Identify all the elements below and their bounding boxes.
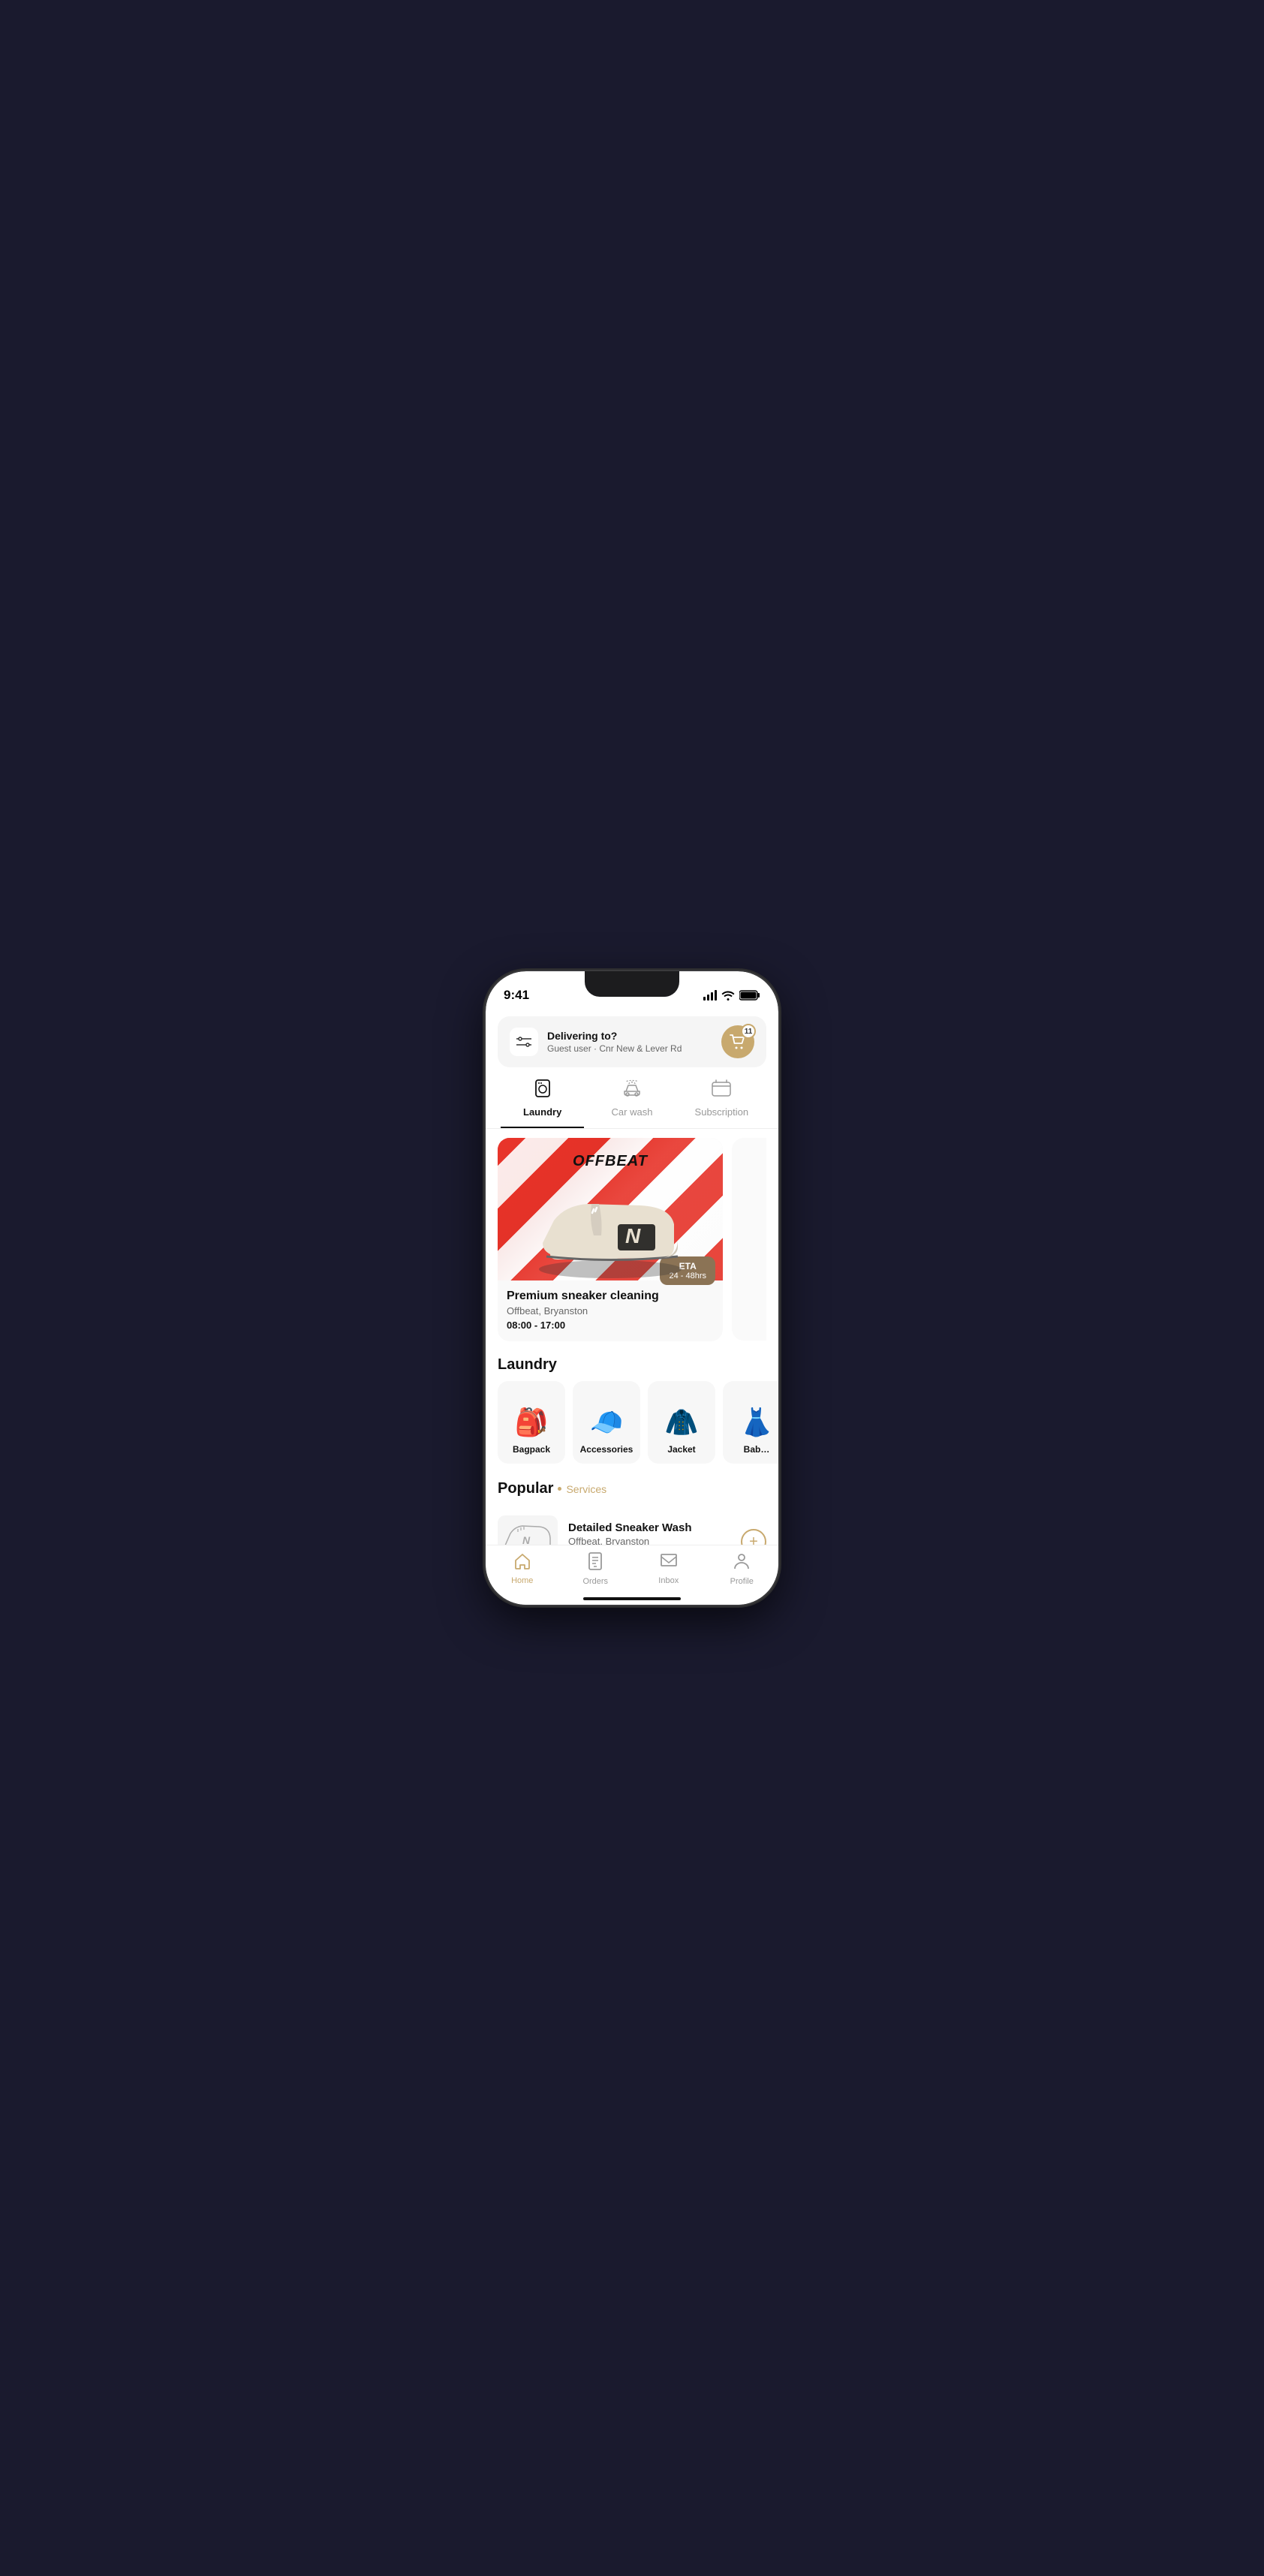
svg-text:N: N xyxy=(625,1224,641,1247)
nav-inbox-label: Inbox xyxy=(658,1576,679,1585)
hero-section: oFFBeat xyxy=(486,1138,778,1341)
hero-card-title: Premium sneaker cleaning xyxy=(507,1290,714,1303)
location-bar[interactable]: Delivering to? Guest user · Cnr New & Le… xyxy=(498,1016,766,1067)
tab-carwash[interactable]: Car wash xyxy=(590,1075,673,1128)
signal-bars-icon xyxy=(703,990,717,1001)
categories-scroll[interactable]: 🎒 Bagpack 🧢 Accessories 🧥 Jacket 👗 Bab… xyxy=(486,1381,778,1464)
nav-profile-label: Profile xyxy=(730,1577,754,1586)
tab-laundry-label: Laundry xyxy=(523,1106,561,1118)
hero-brand-text: oFFBeat xyxy=(573,1147,648,1170)
phone-frame: 9:41 xyxy=(486,971,778,1605)
nav-home-label: Home xyxy=(511,1576,533,1585)
scroll-content[interactable]: Delivering to? Guest user · Cnr New & Le… xyxy=(486,1009,778,1605)
tab-laundry[interactable]: Laundry xyxy=(501,1075,584,1128)
delivering-label: Delivering to? xyxy=(547,1030,682,1042)
filter-icon[interactable] xyxy=(510,1028,538,1056)
category-bagpack[interactable]: 🎒 Bagpack xyxy=(498,1381,565,1464)
hero-card-info: ETA 24 - 48hrs Premium sneaker cleaning … xyxy=(498,1280,723,1341)
home-bar xyxy=(583,1597,681,1600)
hero-scroll[interactable]: oFFBeat xyxy=(498,1138,766,1341)
tab-subscription-label: Subscription xyxy=(695,1106,749,1118)
subscription-icon xyxy=(710,1079,733,1098)
cart-badge: 11 xyxy=(741,1024,756,1039)
nav-orders[interactable]: Orders xyxy=(559,1552,633,1586)
profile-icon xyxy=(733,1552,750,1570)
status-icons xyxy=(703,990,760,1001)
category-jacket-label: Jacket xyxy=(667,1444,695,1455)
hero-card-hours: 08:00 - 17:00 xyxy=(507,1320,714,1331)
category-jacket[interactable]: 🧥 Jacket xyxy=(648,1381,715,1464)
hero-card-offbeat[interactable]: oFFBeat xyxy=(498,1138,723,1341)
orders-icon xyxy=(587,1552,603,1570)
nav-home[interactable]: Home xyxy=(486,1553,559,1585)
nav-inbox[interactable]: Inbox xyxy=(632,1553,706,1585)
popular-subtitle: Services xyxy=(566,1483,606,1495)
tab-subscription[interactable]: Subscription xyxy=(680,1075,763,1128)
user-location: Guest user · Cnr New & Lever Rd xyxy=(547,1043,682,1054)
hero-card-subtitle: Offbeat, Bryanston xyxy=(507,1305,714,1317)
cart-button[interactable]: 11 xyxy=(721,1025,754,1058)
home-icon xyxy=(513,1553,531,1569)
hero-image: oFFBeat xyxy=(498,1138,723,1280)
sneaker-service-name: Detailed Sneaker Wash xyxy=(568,1521,730,1534)
battery-icon xyxy=(739,990,760,1001)
phone-screen: 9:41 xyxy=(486,971,778,1605)
notch xyxy=(585,971,679,997)
sneaker-illustration: N xyxy=(528,1183,693,1280)
nav-profile[interactable]: Profile xyxy=(706,1552,779,1586)
hero-card-next xyxy=(732,1138,766,1341)
laundry-section-title: Laundry xyxy=(486,1341,778,1381)
location-left: Delivering to? Guest user · Cnr New & Le… xyxy=(510,1028,682,1056)
laundry-icon xyxy=(532,1078,553,1099)
service-tabs: Laundry Car wash xyxy=(486,1075,778,1128)
status-time: 9:41 xyxy=(504,988,529,1003)
popular-dot xyxy=(558,1487,561,1491)
category-accessories-label: Accessories xyxy=(580,1444,634,1455)
tab-carwash-label: Car wash xyxy=(612,1106,653,1118)
popular-title: Popular xyxy=(498,1480,553,1497)
category-baby[interactable]: 👗 Bab… xyxy=(723,1381,778,1464)
category-bagpack-label: Bagpack xyxy=(513,1444,550,1455)
wifi-icon xyxy=(721,990,735,1001)
carwash-icon xyxy=(620,1078,644,1099)
inbox-icon xyxy=(660,1553,678,1569)
tab-divider xyxy=(486,1128,778,1129)
nav-orders-label: Orders xyxy=(582,1577,608,1586)
bottom-nav: Home Orders xyxy=(486,1545,778,1605)
category-baby-label: Bab… xyxy=(744,1444,770,1455)
popular-header: Popular Services xyxy=(486,1464,778,1506)
category-accessories[interactable]: 🧢 Accessories xyxy=(573,1381,640,1464)
